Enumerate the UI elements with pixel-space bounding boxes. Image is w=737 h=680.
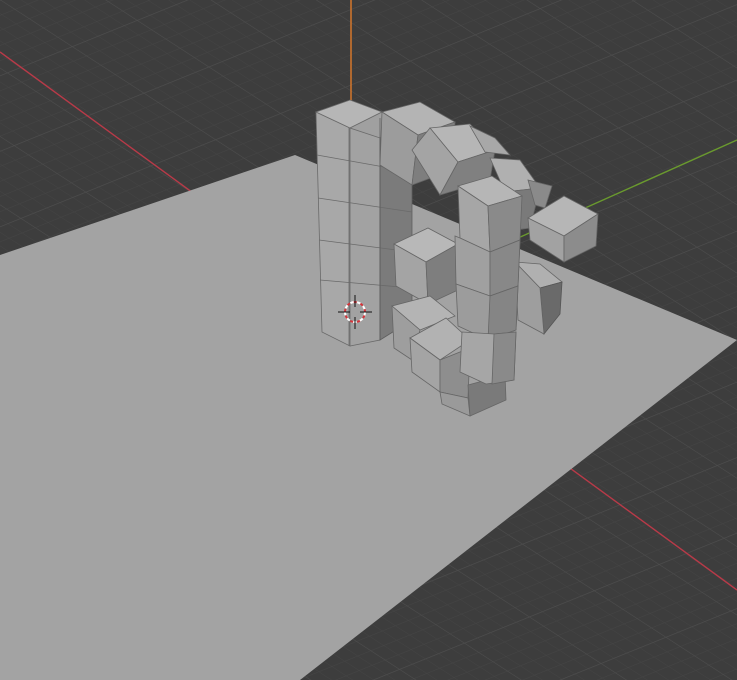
viewport-canvas[interactable] <box>0 0 737 680</box>
cube-column-right[interactable] <box>454 175 523 385</box>
3d-viewport[interactable] <box>0 0 737 680</box>
